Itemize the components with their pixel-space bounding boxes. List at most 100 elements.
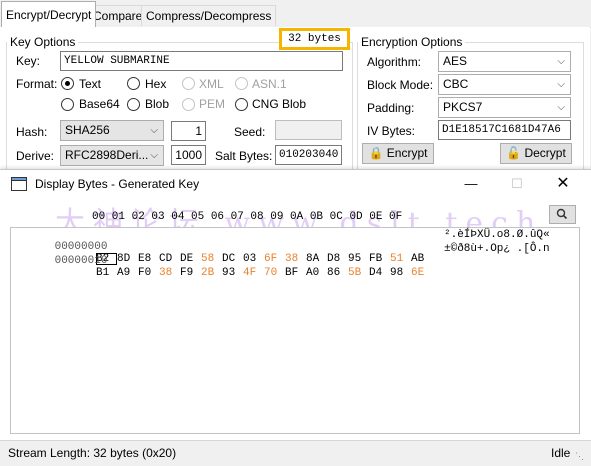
dialog-title: Display Bytes - Generated Key	[35, 177, 200, 191]
format-pem-label: PEM	[199, 97, 226, 111]
hex-byte[interactable]: 86	[327, 267, 348, 279]
unlock-icon: 🔓	[506, 146, 522, 160]
format-text-radio[interactable]	[61, 77, 74, 90]
hash-select[interactable]: SHA256 ⌵	[60, 120, 164, 141]
chevron-down-icon: ⌵	[557, 56, 565, 67]
derive-label: Derive:	[16, 149, 55, 163]
derive-count-input[interactable]: 1000	[171, 145, 206, 165]
format-hex-radio[interactable]	[127, 77, 140, 90]
hex-byte[interactable]: F0	[138, 267, 159, 279]
format-xml-radio	[182, 77, 195, 90]
hash-select-value: SHA256	[65, 123, 110, 137]
derive-select[interactable]: RFC2898Deri... ⌵	[60, 145, 164, 166]
iv-label: IV Bytes:	[367, 124, 416, 138]
lock-icon: 🔒	[368, 146, 384, 160]
hash-count-input[interactable]: 1	[171, 121, 206, 141]
hex-byte[interactable]: 51	[390, 253, 411, 265]
close-icon[interactable]: ✕	[540, 170, 586, 198]
row-offset: 00000010	[54, 255, 108, 267]
hex-byte[interactable]: 95	[348, 253, 369, 265]
format-xml-label: XML	[199, 77, 224, 91]
resize-grip-icon[interactable]: ⋱	[575, 451, 584, 462]
format-base64-radio[interactable]	[61, 98, 74, 111]
key-length-badge: 32 bytes	[279, 28, 350, 50]
maximize-icon: ☐	[511, 176, 523, 191]
hex-byte[interactable]: 6E	[411, 267, 432, 279]
hex-byte[interactable]: 38	[285, 253, 306, 265]
encrypt-button[interactable]: 🔒 Encrypt	[362, 143, 434, 164]
hex-byte[interactable]: 4F	[243, 267, 264, 279]
tab-encrypt-decrypt[interactable]: Encrypt/Decrypt	[1, 1, 97, 27]
hex-byte[interactable]: D4	[369, 267, 390, 279]
row-bytes: B2 8D E8 CD DE 58 DC 03 6F 38 8A D8 95 FB 51 AB	[96, 253, 432, 265]
hex-byte[interactable]: 03	[243, 253, 264, 265]
padding-label: Padding:	[367, 101, 415, 115]
algorithm-select[interactable]: AES ⌵	[438, 51, 571, 72]
row-bytes: B1 A9 F0 38 F9 2B 93 4F 70 BF A0 86 5B D4 98 6E	[96, 267, 432, 279]
format-blob-radio[interactable]	[127, 98, 140, 111]
tab-compress-decompress[interactable]: Compress/Decompress	[141, 5, 277, 26]
format-cngblob-label: CNG Blob	[252, 97, 307, 111]
format-text-label: Text	[79, 77, 102, 91]
hex-byte[interactable]: E8	[138, 253, 159, 265]
chevron-down-icon: ⌵	[150, 150, 158, 161]
algorithm-select-value: AES	[443, 54, 468, 68]
derive-select-value: RFC2898Deri...	[65, 148, 149, 162]
chevron-down-icon: ⌵	[150, 125, 158, 136]
hex-byte[interactable]: 8D	[117, 253, 138, 265]
algorithm-label: Algorithm:	[367, 55, 422, 69]
search-icon	[556, 208, 568, 220]
decrypt-button-label: Decrypt	[524, 146, 566, 160]
format-base64-label: Base64	[79, 97, 120, 111]
hex-column-header: 00 01 02 03 04 05 06 07 08 09 0A 0B 0C 0…	[92, 211, 403, 223]
encrypt-button-label: Encrypt	[386, 146, 428, 160]
hex-byte[interactable]: 5B	[348, 267, 369, 279]
block-mode-select-value: CBC	[443, 77, 469, 91]
seed-label: Seed:	[234, 125, 266, 139]
row-ascii: ±©ð8ù+.Op¿ .[Ô.n	[444, 243, 550, 255]
hex-byte[interactable]: 2B	[201, 267, 222, 279]
iv-input[interactable]: D1E18517C1681D47A6	[438, 120, 571, 140]
salt-label: Salt Bytes:	[215, 149, 273, 163]
hex-byte[interactable]: B1	[96, 267, 117, 279]
hex-byte[interactable]: 70	[264, 267, 285, 279]
hex-byte[interactable]: DE	[180, 253, 201, 265]
status-state: Idle	[551, 446, 571, 460]
hex-byte[interactable]: AB	[411, 253, 432, 265]
hex-byte[interactable]: F9	[180, 267, 201, 279]
hex-byte[interactable]: 6F	[264, 253, 285, 265]
block-mode-select[interactable]: CBC ⌵	[438, 74, 571, 95]
format-label: Format:	[16, 77, 58, 91]
key-input[interactable]: YELLOW SUBMARINE	[60, 51, 343, 71]
tab-compare[interactable]: Compare	[88, 5, 148, 26]
hex-byte[interactable]: D8	[327, 253, 348, 265]
seed-input[interactable]	[275, 120, 342, 140]
dialog-titlebar[interactable]: Display Bytes - Generated Key — ☐ ✕	[0, 170, 591, 198]
key-label: Key:	[16, 54, 41, 68]
encryption-options-legend: Encryption Options	[361, 35, 463, 49]
hex-byte[interactable]: 58	[201, 253, 222, 265]
padding-select-value: PKCS7	[443, 100, 483, 114]
format-asn1-radio	[235, 77, 248, 90]
hex-view[interactable]: 00000000 B2 8D E8 CD DE 58 DC 03 6F 38 8A D8 95 FB 51 A…	[10, 227, 580, 434]
hex-byte[interactable]: A9	[117, 267, 138, 279]
hex-byte[interactable]: 93	[222, 267, 243, 279]
hex-byte[interactable]: BF	[285, 267, 306, 279]
hex-byte[interactable]: 98	[390, 267, 411, 279]
display-bytes-dialog: Display Bytes - Generated Key — ☐ ✕ 大神论坛…	[0, 169, 591, 466]
hex-byte[interactable]: DC	[222, 253, 243, 265]
padding-select[interactable]: PKCS7 ⌵	[438, 97, 571, 118]
hex-byte[interactable]: FB	[369, 253, 390, 265]
hex-byte[interactable]: A0	[306, 267, 327, 279]
format-hex-label: Hex	[145, 77, 167, 91]
format-cngblob-radio[interactable]	[235, 98, 248, 111]
hex-byte[interactable]: CD	[159, 253, 180, 265]
decrypt-button[interactable]: 🔓 Decrypt	[500, 143, 572, 164]
salt-input[interactable]: 010203040	[275, 145, 342, 165]
hex-byte[interactable]: 8A	[306, 253, 327, 265]
hex-byte[interactable]: 38	[159, 267, 180, 279]
chevron-down-icon: ⌵	[557, 79, 565, 90]
minimize-icon[interactable]: —	[448, 170, 494, 198]
search-button[interactable]	[549, 205, 576, 224]
format-pem-radio	[182, 98, 195, 111]
